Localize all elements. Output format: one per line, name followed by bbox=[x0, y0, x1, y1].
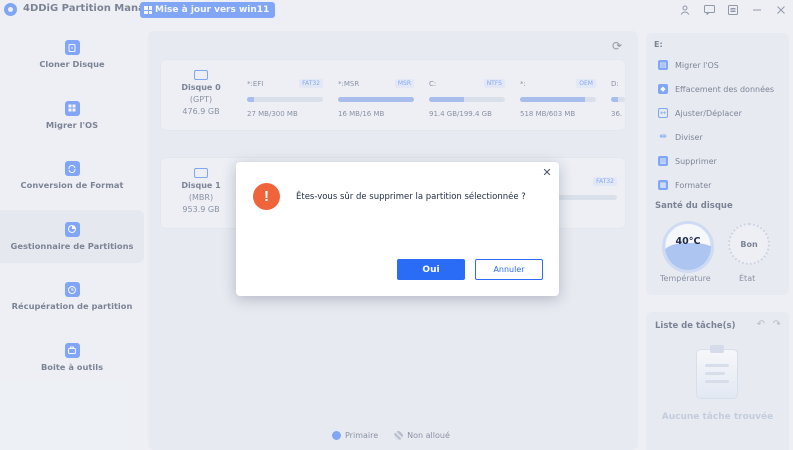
warning-icon: ! bbox=[253, 183, 280, 210]
cancel-button[interactable]: Annuler bbox=[475, 259, 543, 280]
dialog-close-icon[interactable]: ✕ bbox=[541, 167, 553, 179]
dialog-message: Êtes-vous sûr de supprimer la partition … bbox=[296, 192, 526, 202]
confirm-yes-button[interactable]: Oui bbox=[397, 259, 465, 280]
confirm-delete-dialog: ✕ ! Êtes-vous sûr de supprimer la partit… bbox=[236, 162, 559, 296]
temperature-value: 40°C bbox=[675, 236, 701, 247]
